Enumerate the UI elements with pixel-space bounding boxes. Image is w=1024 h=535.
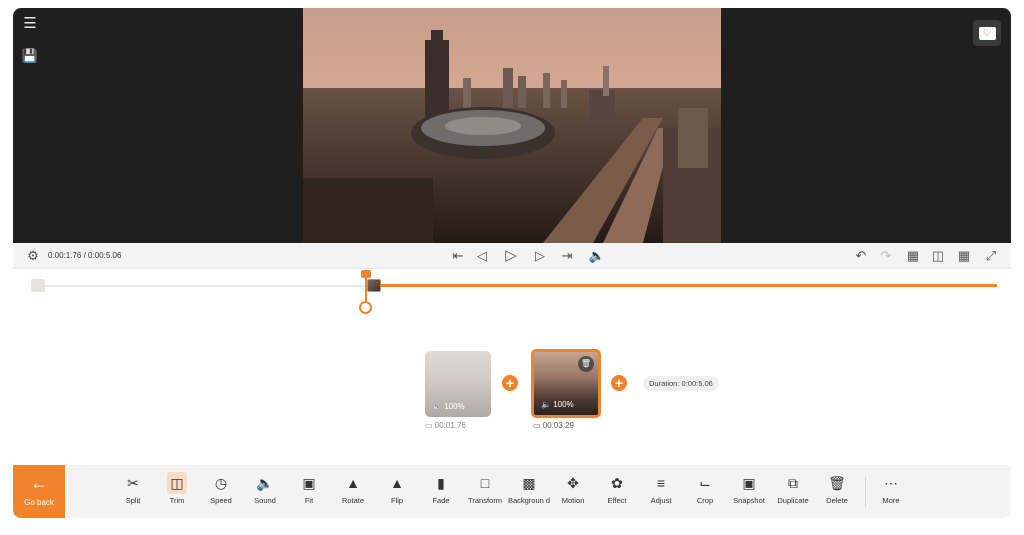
clip-thumbnail[interactable]: 🔈 100% [425, 351, 491, 417]
go-back-button[interactable]: ← Go back [13, 465, 65, 518]
arrow-left-icon: ← [30, 473, 48, 493]
aspect-ratio-icon[interactable]: ◫ [929, 243, 947, 269]
grid-icon[interactable]: ▦ [955, 243, 973, 269]
timecode: 0:00:1.76 / 0:00:5.06 [48, 251, 122, 260]
edit-toolbar: ← Go back ✂ Split ◫ Trim ◷ Speed 🔈 Sound… [13, 465, 1011, 518]
clip-volume-label: 🔈 100% [541, 400, 574, 409]
delete-button[interactable]: 🗑 Delete [815, 465, 859, 518]
clip-duration: ▭ 00:03.29 [533, 421, 574, 430]
save-icon[interactable]: 💾 [19, 45, 41, 67]
add-clip-button[interactable]: + [611, 375, 627, 391]
previous-frame-icon[interactable]: ◁ [474, 243, 490, 269]
effect-button[interactable]: ✿ Effect [595, 465, 639, 518]
scrubber-thumbnail-clip-2[interactable] [367, 279, 381, 292]
total-duration-badge: Duration: 0:00:5.06 [643, 376, 719, 391]
adjust-button[interactable]: ≡ Adjust [639, 465, 683, 518]
scrubber-track-selected[interactable] [370, 284, 997, 287]
video-viewer: ☰ 💾 ♡ [13, 8, 1011, 243]
playback-controls-bar: ⚙ 0:00:1.76 / 0:00:5.06 ⇤ ◁ ▷ ▷ ⇥ 🔈 ↶ ↷ … [13, 243, 1011, 269]
skip-to-start-icon[interactable]: ⇤ [450, 243, 466, 269]
transform-icon: □ [480, 475, 490, 491]
fade-button[interactable]: ▮ Fade [419, 465, 463, 518]
playhead-drag-handle[interactable] [359, 301, 372, 314]
volume-icon[interactable]: 🔈 [587, 243, 607, 269]
timeline: 🔈 100% ▭ 00:01.76 + 🗑 🔈 100% ▭ 00:03.29 … [13, 269, 1011, 465]
play-icon[interactable]: ▷ [502, 243, 520, 269]
camera-icon: ▣ [742, 475, 756, 491]
clip-duration: ▭ 00:01.76 [425, 421, 466, 430]
more-icon: ⋯ [884, 475, 898, 491]
split-button[interactable]: ✂ Split [111, 465, 155, 518]
fit-icon: ▣ [302, 475, 316, 491]
speaker-icon: 🔈 [256, 475, 274, 491]
background-icon: ▩ [522, 475, 536, 491]
effect-icon: ✿ [611, 475, 623, 491]
toolbar-divider [865, 477, 866, 507]
fit-button[interactable]: ▣ Fit [287, 465, 331, 518]
background-button[interactable]: ▩ Backgroun d [507, 465, 551, 518]
crop-button[interactable]: ⌙ Crop [683, 465, 727, 518]
add-clip-button[interactable]: + [502, 375, 518, 391]
motion-button[interactable]: ✥ Motion [551, 465, 595, 518]
snapshot-button[interactable]: ▣ Snapshot [727, 465, 771, 518]
rotate-button[interactable]: ▲ Rotate [331, 465, 375, 518]
scrubber-thumbnail-clip-1[interactable] [31, 279, 45, 292]
playhead-handle[interactable] [361, 270, 371, 278]
duplicate-icon: ⧉ [788, 475, 798, 491]
adjust-sliders-icon: ≡ [656, 475, 666, 491]
background-pattern-icon[interactable]: ▦ [904, 243, 922, 269]
scissors-icon: ✂ [127, 475, 139, 491]
transform-button[interactable]: □ Transform [463, 465, 507, 518]
feedback-heart-icon: ♡ [978, 26, 996, 40]
motion-icon: ✥ [567, 475, 579, 491]
video-preview[interactable] [303, 8, 721, 243]
crop-icon: ⌙ [699, 475, 711, 491]
speedometer-icon: ◷ [214, 475, 228, 491]
more-button[interactable]: ⋯ More [869, 465, 913, 518]
feedback-button[interactable]: ♡ [973, 20, 1001, 46]
speed-button[interactable]: ◷ Speed [199, 465, 243, 518]
undo-icon[interactable]: ↶ [852, 243, 870, 269]
clip-thumbnail-selected[interactable]: 🗑 🔈 100% [531, 349, 601, 418]
flip-button[interactable]: ▲ Flip [375, 465, 419, 518]
flip-icon: ▲ [390, 475, 404, 491]
fullscreen-icon[interactable]: ⤢ [981, 243, 1001, 269]
aerial-city-stadium-image [303, 8, 721, 243]
duplicate-button[interactable]: ⧉ Duplicate [771, 465, 815, 518]
trim-button[interactable]: ◫ Trim [155, 465, 199, 518]
hamburger-menu-icon[interactable]: ☰ [19, 13, 41, 35]
sound-button[interactable]: 🔈 Sound [243, 465, 287, 518]
fade-icon: ▮ [437, 475, 445, 491]
scrubber-track-played[interactable] [45, 285, 365, 287]
redo-icon[interactable]: ↷ [877, 243, 895, 269]
settings-icon[interactable]: ⚙ [25, 243, 41, 269]
skip-to-end-icon[interactable]: ⇥ [559, 243, 575, 269]
trash-icon[interactable]: 🗑 [578, 356, 594, 372]
video-editor: ☰ 💾 ♡ ⚙ 0:00:1.76 / 0:00:5.06 ⇤ ◁ ▷ ▷ ⇥ … [13, 8, 1011, 518]
next-frame-icon[interactable]: ▷ [532, 243, 548, 269]
trash-icon: 🗑 [828, 475, 846, 491]
trim-icon: ◫ [167, 472, 187, 494]
clip-volume-label: 🔈 100% [432, 402, 465, 411]
rotate-icon: ▲ [346, 475, 360, 491]
